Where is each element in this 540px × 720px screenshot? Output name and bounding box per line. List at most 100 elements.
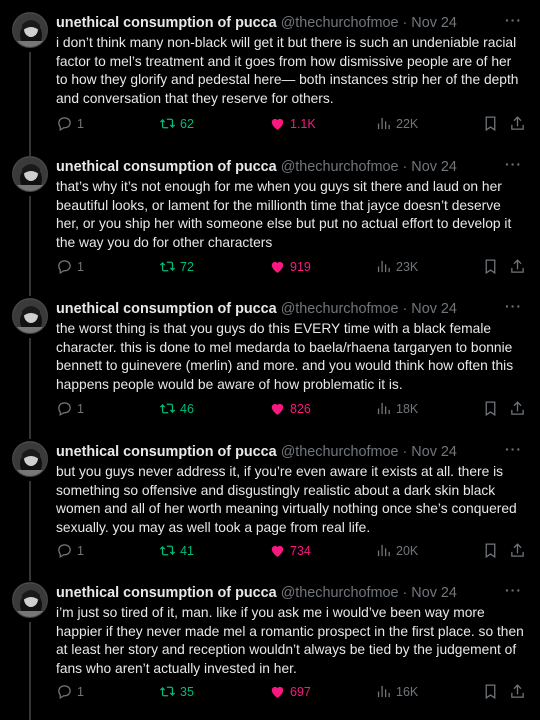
action-bar: 1 35 697 16K (56, 683, 526, 703)
tweet-date[interactable]: Nov 24 (411, 585, 457, 601)
tweet[interactable]: unethical consumption of pucca @thechurc… (0, 156, 540, 281)
like-count: 919 (290, 259, 311, 274)
views-icon (377, 544, 390, 557)
views-button[interactable]: 16K (375, 683, 418, 700)
reply-button[interactable]: 1 (56, 683, 84, 700)
avatar[interactable] (12, 156, 48, 192)
like-button[interactable]: 734 (269, 542, 311, 559)
bookmark-button[interactable] (482, 258, 499, 275)
heart-icon (271, 118, 284, 130)
views-icon (377, 402, 390, 415)
tweet[interactable]: unethical consumption of pucca @thechurc… (0, 12, 540, 137)
tweet-date[interactable]: Nov 24 (411, 301, 457, 317)
author-name[interactable]: unethical consumption of pucca (56, 444, 277, 460)
views-button[interactable]: 18K (375, 400, 418, 417)
retweet-button[interactable]: 72 (159, 258, 194, 275)
views-button[interactable]: 20K (375, 542, 418, 559)
share-icon (511, 684, 524, 698)
tweet-header: unethical consumption of pucca @thechurc… (56, 156, 528, 176)
bookmark-button[interactable] (482, 542, 499, 559)
bookmark-icon (485, 259, 496, 275)
tweet-date[interactable]: Nov 24 (411, 159, 457, 175)
author-name[interactable]: unethical consumption of pucca (56, 15, 277, 31)
more-icon[interactable]: ··· (505, 12, 522, 28)
author-handle[interactable]: @thechurchofmoe (281, 301, 399, 317)
more-icon[interactable]: ··· (505, 156, 522, 172)
reply-button[interactable]: 1 (56, 400, 84, 417)
retweet-button[interactable]: 35 (159, 683, 194, 700)
retweet-count: 46 (180, 401, 194, 416)
share-button[interactable] (509, 115, 526, 132)
tweet-text: i don’t think many non-black will get it… (56, 35, 519, 106)
retweet-icon (159, 686, 176, 697)
tweet-header: unethical consumption of pucca @thechurc… (56, 441, 528, 461)
retweet-button[interactable]: 62 (159, 115, 194, 132)
more-icon[interactable]: ··· (505, 582, 522, 598)
separator-dot: · (402, 444, 408, 460)
author-handle[interactable]: @thechurchofmoe (281, 159, 399, 175)
reply-icon (58, 117, 71, 132)
heart-icon (271, 403, 284, 415)
reply-button[interactable]: 1 (56, 115, 84, 132)
action-bar: 1 46 826 18K (56, 400, 526, 420)
share-button[interactable] (509, 683, 526, 700)
share-icon (511, 543, 524, 557)
author-name[interactable]: unethical consumption of pucca (56, 159, 277, 175)
retweet-icon (159, 261, 176, 272)
like-count: 1.1K (290, 116, 316, 131)
views-button[interactable]: 22K (375, 115, 418, 132)
like-button[interactable]: 826 (269, 400, 311, 417)
more-icon[interactable]: ··· (505, 441, 522, 457)
heart-icon (271, 545, 284, 557)
more-icon[interactable]: ··· (505, 298, 522, 314)
action-bar: 1 72 919 23K (56, 258, 526, 278)
like-count: 697 (290, 684, 311, 699)
avatar[interactable] (12, 298, 48, 334)
retweet-button[interactable]: 41 (159, 542, 194, 559)
author-name[interactable]: unethical consumption of pucca (56, 301, 277, 317)
tweet[interactable]: unethical consumption of pucca @thechurc… (0, 298, 540, 423)
action-bar: 1 62 1.1K 22K (56, 115, 526, 135)
reply-icon (58, 544, 71, 559)
reply-button[interactable]: 1 (56, 258, 84, 275)
reply-icon (58, 260, 71, 275)
views-icon (377, 117, 390, 130)
reply-count: 1 (77, 259, 84, 274)
share-button[interactable] (509, 400, 526, 417)
tweet-header: unethical consumption of pucca @thechurc… (56, 12, 528, 32)
retweet-count: 62 (180, 116, 194, 131)
views-icon (377, 260, 390, 273)
author-handle[interactable]: @thechurchofmoe (281, 585, 399, 601)
retweet-button[interactable]: 46 (159, 400, 194, 417)
author-handle[interactable]: @thechurchofmoe (281, 15, 399, 31)
tweet[interactable]: unethical consumption of pucca @thechurc… (0, 441, 540, 566)
avatar[interactable] (12, 441, 48, 477)
bookmark-button[interactable] (482, 115, 499, 132)
share-button[interactable] (509, 258, 526, 275)
like-button[interactable]: 697 (269, 683, 311, 700)
bookmark-button[interactable] (482, 683, 499, 700)
views-count: 23K (396, 259, 419, 274)
avatar[interactable] (12, 582, 48, 618)
like-button[interactable]: 919 (269, 258, 311, 275)
retweet-icon (159, 118, 176, 129)
bookmark-icon (485, 116, 496, 132)
author-handle[interactable]: @thechurchofmoe (281, 444, 399, 460)
tweet-date[interactable]: Nov 24 (411, 15, 457, 31)
share-button[interactable] (509, 542, 526, 559)
author-name[interactable]: unethical consumption of pucca (56, 585, 277, 601)
reply-count: 1 (77, 684, 84, 699)
tweet[interactable]: unethical consumption of pucca @thechurc… (0, 582, 540, 707)
views-button[interactable]: 23K (375, 258, 418, 275)
retweet-count: 35 (180, 684, 194, 699)
separator-dot: · (402, 585, 408, 601)
heart-icon (271, 686, 284, 698)
like-count: 734 (290, 543, 311, 558)
retweet-icon (159, 403, 176, 414)
tweet-date[interactable]: Nov 24 (411, 444, 457, 460)
bookmark-button[interactable] (482, 400, 499, 417)
like-button[interactable]: 1.1K (269, 115, 316, 132)
avatar[interactable] (12, 12, 48, 48)
reply-button[interactable]: 1 (56, 542, 84, 559)
bookmark-icon (485, 401, 496, 417)
